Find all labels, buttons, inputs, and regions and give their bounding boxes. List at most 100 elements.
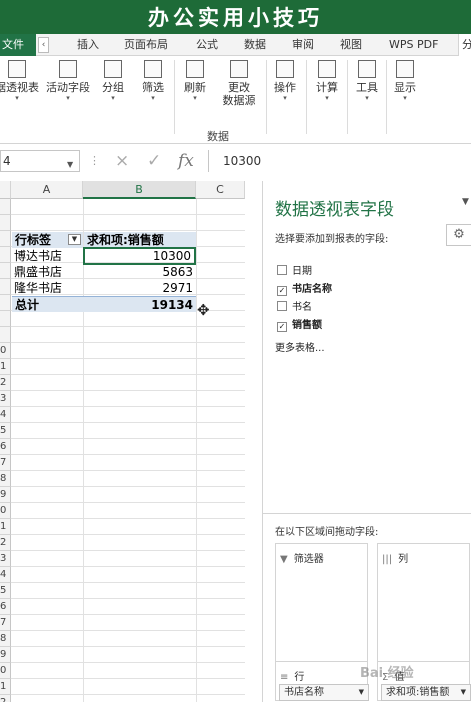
tab-analyze[interactable]: 分 <box>458 34 471 56</box>
tab-page-layout[interactable]: 页面布局 <box>124 34 168 56</box>
row-header[interactable] <box>0 247 11 263</box>
field-store-name[interactable]: ✓ 书店名称 <box>277 280 332 296</box>
values-field-pill[interactable]: 求和项:销售额 ▼ <box>381 684 471 701</box>
pane-options-icon[interactable]: ▼ <box>462 197 469 207</box>
gridline-column <box>196 199 197 702</box>
insert-function-icon[interactable]: fx <box>178 151 194 171</box>
field-checkbox[interactable]: ✓ <box>277 286 287 296</box>
pivot-total-value[interactable]: 19134 <box>83 296 196 312</box>
rows-area[interactable]: ≡ 行 书店名称 ▼ <box>275 661 369 701</box>
row-header[interactable]: 2 <box>0 535 11 551</box>
filter-label: 筛选 <box>142 81 164 94</box>
enter-icon[interactable]: ✓ <box>147 151 161 171</box>
banner-title: 办公实用小技巧 <box>148 5 323 30</box>
row-header[interactable] <box>0 279 11 295</box>
pivot-value-cell[interactable]: 2971 <box>84 280 196 296</box>
row-header[interactable]: 1 <box>0 359 11 375</box>
ribbon-tabs: 文件 ‹ 插入 页面布局 公式 数据 审阅 视图 WPS PDF 分 <box>0 34 471 56</box>
row-header[interactable]: 8 <box>0 471 11 487</box>
calculations-button[interactable]: 计算 ▾ <box>312 60 342 103</box>
tab-data[interactable]: 数据 <box>244 34 266 56</box>
row-header[interactable]: 6 <box>0 439 11 455</box>
change-source-label-2: 数据源 <box>222 94 256 107</box>
chevron-down-icon[interactable]: ▼ <box>67 155 73 175</box>
active-field-button[interactable]: 活动字段 ▾ <box>44 60 92 103</box>
tab-view[interactable]: 视图 <box>340 34 362 56</box>
rows-area-header: ≡ 行 <box>280 668 304 683</box>
row-header[interactable]: 5 <box>0 583 11 599</box>
row-header[interactable]: 9 <box>0 647 11 663</box>
row-header[interactable]: 9 <box>0 487 11 503</box>
row-header[interactable]: 0 <box>0 663 11 679</box>
pivot-total-label[interactable]: 总计 <box>12 296 83 312</box>
gear-icon[interactable]: ⚙ <box>446 224 471 246</box>
row-header[interactable]: 3 <box>0 551 11 567</box>
column-header-c[interactable]: C <box>196 181 245 199</box>
pivot-value-cell-active[interactable]: 10300 <box>83 247 196 265</box>
gridline-row <box>11 358 245 359</box>
row-header[interactable] <box>0 263 11 279</box>
row-header[interactable] <box>0 215 11 231</box>
row-header[interactable]: 2 <box>0 695 11 702</box>
field-book-title[interactable]: 书名 <box>277 298 312 313</box>
column-header-a[interactable]: A <box>11 181 83 199</box>
cancel-icon[interactable]: × <box>115 151 129 171</box>
row-header[interactable]: 0 <box>0 343 11 359</box>
pivot-row-label[interactable]: 鼎盛书店 <box>14 264 83 280</box>
show-icon <box>396 60 414 78</box>
actions-button[interactable]: 操作 ▾ <box>270 60 300 103</box>
row-header[interactable] <box>0 311 11 327</box>
chevron-down-icon[interactable]: ▼ <box>359 685 364 700</box>
filters-area[interactable]: ▼ 筛选器 <box>275 543 368 663</box>
rows-field-pill[interactable]: 书店名称 ▼ <box>279 684 369 701</box>
row-header[interactable]: 4 <box>0 567 11 583</box>
tab-formulas[interactable]: 公式 <box>196 34 218 56</box>
pivot-row-label[interactable]: 博达书店 <box>14 248 83 264</box>
change-data-source-button[interactable]: 更改 数据源 <box>216 60 262 107</box>
row-header[interactable]: 8 <box>0 631 11 647</box>
field-checkbox[interactable] <box>277 301 287 311</box>
columns-area[interactable]: ||| 列 <box>377 543 470 663</box>
row-header[interactable]: 3 <box>0 391 11 407</box>
pivot-row-label[interactable]: 隆华书店 <box>14 280 83 296</box>
tab-review[interactable]: 审阅 <box>292 34 314 56</box>
pivottable-button[interactable]: 据透视表 ▾ <box>0 60 40 103</box>
select-all-corner[interactable] <box>0 181 11 199</box>
pivot-value-cell[interactable]: 5863 <box>84 264 196 280</box>
chevron-down-icon: ▾ <box>325 94 329 102</box>
refresh-button[interactable]: 刷新 ▾ <box>180 60 210 103</box>
row-header[interactable] <box>0 295 11 311</box>
row-header[interactable] <box>0 327 11 343</box>
formula-bar-resize-handle[interactable]: ⋮ <box>89 154 100 167</box>
row-header[interactable]: 1 <box>0 519 11 535</box>
field-sales[interactable]: ✓ 销售额 <box>277 316 322 332</box>
row-header[interactable] <box>0 231 11 247</box>
column-header-b[interactable]: B <box>83 181 196 199</box>
tab-file[interactable]: 文件 <box>0 34 36 56</box>
row-header[interactable]: 0 <box>0 503 11 519</box>
row-header[interactable]: 1 <box>0 679 11 695</box>
field-checkbox[interactable]: ✓ <box>277 322 287 332</box>
tools-button[interactable]: 工具 ▾ <box>352 60 382 103</box>
chevron-down-icon[interactable]: ▼ <box>461 685 466 700</box>
show-button[interactable]: 显示 ▾ <box>390 60 420 103</box>
worksheet-grid[interactable]: A B C 01234567890123456789012 行标签 ▼ 求和项:… <box>0 181 245 702</box>
row-header[interactable]: 2 <box>0 375 11 391</box>
formula-input[interactable]: 10300 <box>208 150 471 172</box>
row-header[interactable]: 7 <box>0 615 11 631</box>
row-header[interactable]: 6 <box>0 599 11 615</box>
field-checkbox[interactable] <box>277 265 287 275</box>
more-tables-link[interactable]: 更多表格... <box>275 339 325 354</box>
field-date[interactable]: 日期 <box>277 262 312 277</box>
row-header[interactable]: 7 <box>0 455 11 471</box>
tab-scroll-left-button[interactable]: ‹ <box>38 37 49 53</box>
filter-button[interactable]: 筛选 ▾ <box>138 60 168 103</box>
name-box[interactable]: 4 ▼ <box>0 150 80 172</box>
tab-wps-pdf[interactable]: WPS PDF <box>389 34 438 56</box>
row-labels-filter-icon[interactable]: ▼ <box>68 234 81 245</box>
group-button[interactable]: 分组 ▾ <box>98 60 128 103</box>
row-header[interactable] <box>0 199 11 215</box>
row-header[interactable]: 5 <box>0 423 11 439</box>
row-header[interactable]: 4 <box>0 407 11 423</box>
tab-insert[interactable]: 插入 <box>77 34 99 56</box>
